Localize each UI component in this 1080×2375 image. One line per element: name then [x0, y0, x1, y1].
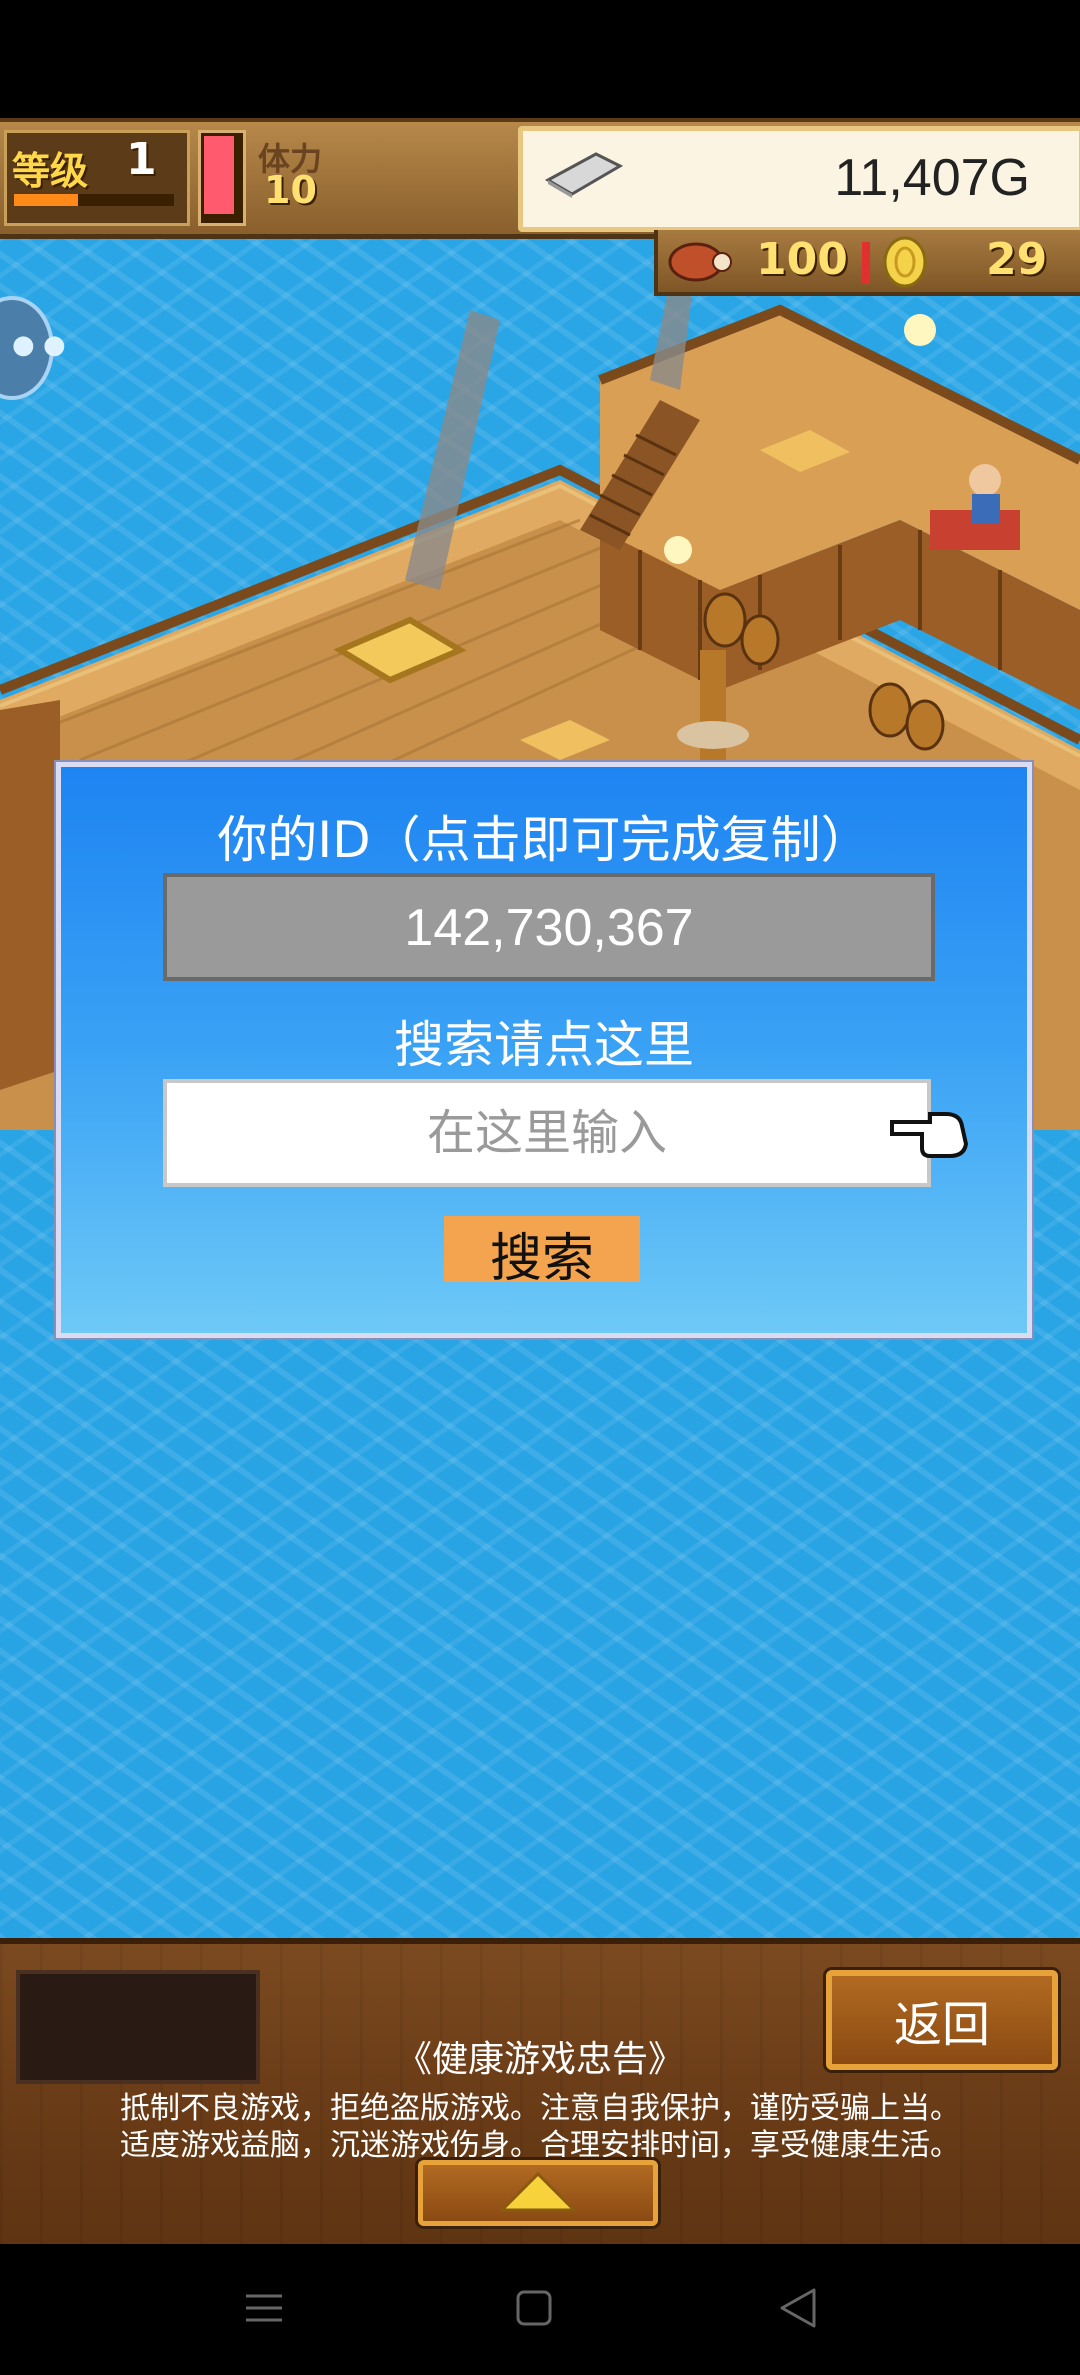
- meat-amount: 100: [756, 234, 848, 285]
- health-advisory-title: 《健康游戏忠告》: [395, 2039, 684, 2080]
- resource-divider: [862, 242, 870, 284]
- nav-home-icon[interactable]: [514, 2288, 554, 2328]
- coin-icon: [883, 236, 927, 288]
- status-bar: [0, 0, 1080, 118]
- gold-amount: 11,407G: [834, 149, 1030, 207]
- player-id-value[interactable]: 142,730,367: [167, 898, 931, 958]
- stamina-value: 10: [264, 168, 317, 212]
- search-button[interactable]: 搜索: [444, 1216, 640, 1289]
- level-value: 1: [126, 134, 157, 185]
- meat-icon: [668, 242, 732, 282]
- nav-menu-icon[interactable]: [244, 2288, 284, 2328]
- coin-amount: 29: [986, 234, 1048, 285]
- pointer-hand-icon: [890, 1112, 969, 1158]
- search-hint-label: 搜索请点这里: [394, 1016, 694, 1074]
- level-progress-fill: [14, 194, 78, 206]
- search-input[interactable]: [163, 1079, 931, 1187]
- dialog-title: 你的ID（点击即可完成复制）: [217, 811, 871, 869]
- health-advisory-line-2: 适度游戏益脑，沉迷游戏伤身。合理安排时间，享受健康生活。: [120, 2128, 960, 2163]
- expand-arrow-icon: [500, 2172, 576, 2212]
- silver-bar-icon: [544, 152, 624, 198]
- chat-bubble-icon: ● ●: [12, 330, 66, 360]
- level-label: 等级: [12, 149, 89, 193]
- nav-back-icon[interactable]: [778, 2286, 818, 2330]
- stamina-gauge-fill: [204, 136, 234, 214]
